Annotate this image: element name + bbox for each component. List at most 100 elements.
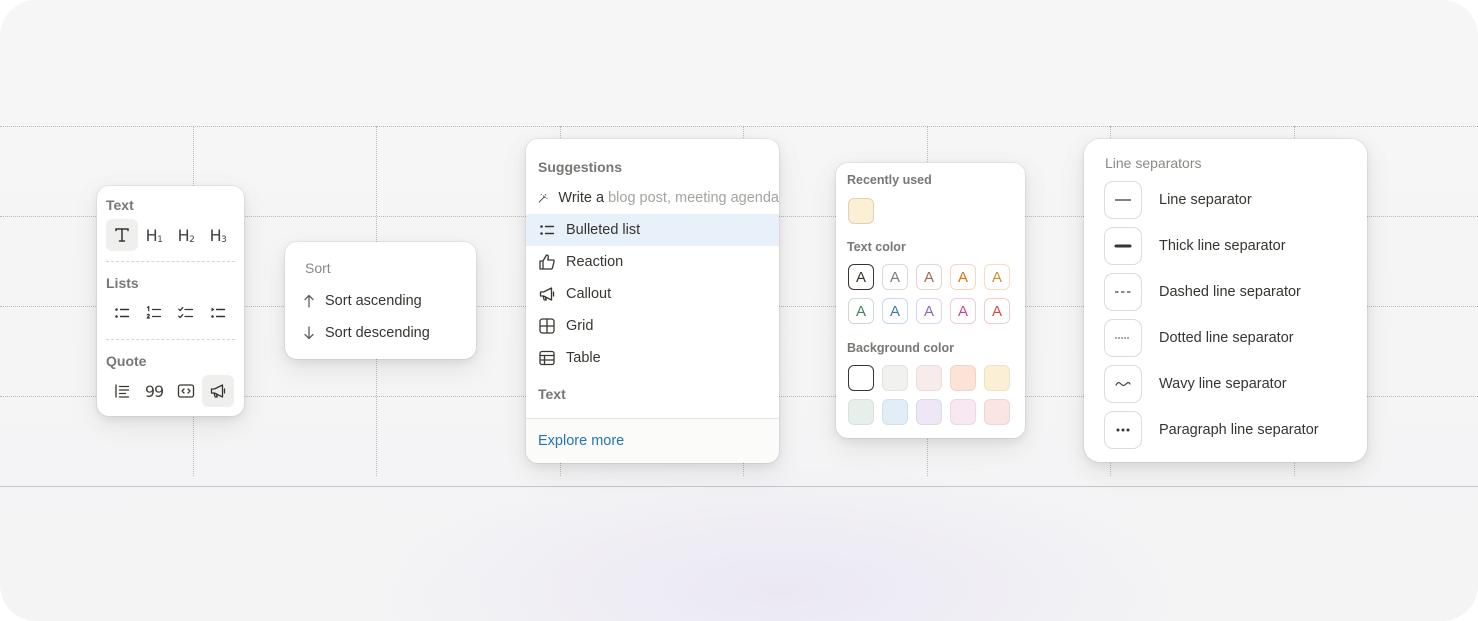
- wavy-line-separator-button[interactable]: [1104, 365, 1142, 403]
- blockquote-button[interactable]: 99: [138, 375, 170, 407]
- numbered-list-icon: [146, 305, 162, 319]
- toggle-list-button[interactable]: [202, 297, 234, 329]
- dotted-line-separator-button[interactable]: [1104, 319, 1142, 357]
- heading-1-button[interactable]: H1: [138, 219, 170, 251]
- separator-label[interactable]: Dotted line separator: [1159, 330, 1294, 346]
- sort-ascending-item[interactable]: Sort ascending: [303, 290, 422, 312]
- text-color-swatch[interactable]: A: [916, 264, 942, 290]
- callout-button[interactable]: [202, 375, 234, 407]
- text-color-swatch[interactable]: A: [916, 298, 942, 324]
- background-color-swatch[interactable]: [916, 399, 942, 425]
- numbered-list-button[interactable]: [138, 297, 170, 329]
- wavy-line-separator-icon: [1115, 381, 1131, 387]
- guide-line: [0, 486, 1478, 487]
- bulleted-list-icon: [115, 308, 130, 318]
- separator-label[interactable]: Wavy line separator: [1159, 376, 1287, 392]
- menu-item-label: Reaction: [566, 254, 624, 270]
- guide-line: [0, 126, 1478, 127]
- menu-item-bulleted-list[interactable]: Bulleted list: [526, 214, 779, 246]
- ai-write-placeholder: blog post, meeting agenda: [608, 190, 779, 206]
- quote-section-heading: Quote: [106, 353, 147, 369]
- divider: [106, 339, 235, 340]
- sort-descending-label: Sort descending: [325, 325, 430, 341]
- explore-more-link[interactable]: Explore more: [538, 433, 624, 449]
- line-separator-icon: [1115, 199, 1131, 201]
- code-icon: [177, 384, 195, 398]
- text-icon: [115, 228, 129, 242]
- background-color-swatch[interactable]: [916, 365, 942, 391]
- text-color-swatch[interactable]: A: [882, 298, 908, 324]
- ai-write-item[interactable]: Write a blog post, meeting agenda: [538, 187, 779, 209]
- sort-menu: Sort Sort ascending Sort descending: [285, 242, 476, 359]
- menu-item-reaction[interactable]: Reaction: [538, 251, 623, 273]
- heading-3-button[interactable]: H3: [202, 219, 234, 251]
- background-color-swatch[interactable]: [882, 365, 908, 391]
- thick-line-separator-icon: [1114, 244, 1132, 248]
- menu-item-label: Bulleted list: [566, 222, 641, 238]
- quote-button[interactable]: [106, 375, 138, 407]
- lists-section-heading: Lists: [106, 275, 139, 291]
- color-picker: Recently used Text color Background colo…: [836, 163, 1025, 438]
- menu-item-label: Table: [566, 350, 601, 366]
- callout-megaphone-icon: [210, 384, 226, 398]
- dotted-line-separator-icon: [1114, 337, 1132, 339]
- sort-ascending-label: Sort ascending: [325, 293, 422, 309]
- text-color-swatch[interactable]: A: [848, 298, 874, 324]
- text-color-swatch[interactable]: A: [848, 264, 874, 290]
- background-canvas: Text H1 H2 H3 Lists Quote 99 Sort Sort a…: [0, 0, 1478, 621]
- menu-item-grid[interactable]: Grid: [538, 315, 593, 337]
- line-separators-menu: Line separators Line separator Thick lin…: [1084, 139, 1367, 462]
- menu-item-table[interactable]: Table: [538, 347, 601, 369]
- quote-icon: [115, 384, 130, 398]
- text-color-heading: Text color: [847, 240, 906, 254]
- heading-2-button[interactable]: H2: [170, 219, 202, 251]
- line-separators-heading: Line separators: [1105, 155, 1202, 171]
- dashed-line-separator-button[interactable]: [1104, 273, 1142, 311]
- menu-item-label: Callout: [566, 286, 612, 302]
- suggestions-heading: Suggestions: [538, 159, 623, 175]
- heading-2-icon: H2: [177, 225, 195, 245]
- background-color-swatch[interactable]: [950, 365, 976, 391]
- divider: [106, 261, 235, 262]
- separator-label[interactable]: Line separator: [1159, 192, 1252, 208]
- code-button[interactable]: [170, 375, 202, 407]
- background-color-swatch[interactable]: [984, 365, 1010, 391]
- text-color-swatch[interactable]: A: [950, 264, 976, 290]
- blockquote-99-icon: 99: [144, 381, 164, 401]
- grid-icon: [539, 318, 555, 334]
- menu-item-callout[interactable]: Callout: [538, 283, 611, 305]
- paragraph-separator-button[interactable]: [1104, 411, 1142, 449]
- separator-label[interactable]: Paragraph line separator: [1159, 422, 1319, 438]
- megaphone-icon: [539, 287, 555, 301]
- line-separator-button[interactable]: [1104, 181, 1142, 219]
- bulleted-list-icon: [540, 225, 555, 235]
- slash-command-menu: Suggestions Write a blog post, meeting a…: [526, 139, 779, 463]
- block-type-toolbar: Text H1 H2 H3 Lists Quote 99: [97, 186, 244, 416]
- bulleted-list-button[interactable]: [106, 297, 138, 329]
- table-icon: [539, 350, 555, 366]
- recently-used-heading: Recently used: [847, 173, 932, 187]
- sort-descending-item[interactable]: Sort descending: [303, 322, 430, 344]
- separator-label[interactable]: Dashed line separator: [1159, 284, 1301, 300]
- background-color-swatch[interactable]: [984, 399, 1010, 425]
- background-color-swatch[interactable]: [848, 399, 874, 425]
- heading-3-icon: H3: [209, 225, 227, 245]
- text-color-swatch[interactable]: A: [950, 298, 976, 324]
- text-block-button[interactable]: [106, 219, 138, 251]
- background-color-heading: Background color: [847, 341, 954, 355]
- background-color-swatch[interactable]: [882, 399, 908, 425]
- background-color-swatch[interactable]: [950, 399, 976, 425]
- background-color-swatch[interactable]: [848, 365, 874, 391]
- text-color-swatch[interactable]: A: [984, 264, 1010, 290]
- paragraph-separator-icon: [1116, 428, 1130, 432]
- recent-color-swatch[interactable]: [848, 198, 874, 224]
- todo-list-button[interactable]: [170, 297, 202, 329]
- heading-1-icon: H1: [145, 225, 163, 245]
- thick-line-separator-button[interactable]: [1104, 227, 1142, 265]
- dashed-line-separator-icon: [1115, 291, 1131, 293]
- text-color-swatch[interactable]: A: [984, 298, 1010, 324]
- arrow-up-icon: [304, 294, 314, 308]
- separator-label[interactable]: Thick line separator: [1159, 238, 1286, 254]
- toggle-list-icon: [211, 307, 226, 318]
- text-color-swatch[interactable]: A: [882, 264, 908, 290]
